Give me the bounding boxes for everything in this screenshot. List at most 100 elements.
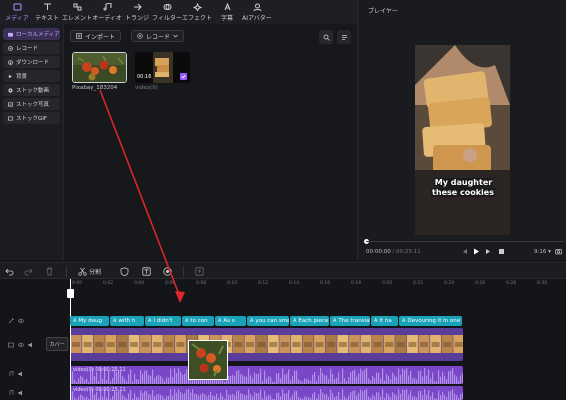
video-track-icon[interactable] [8, 342, 14, 348]
text-clip-icon: A [374, 318, 378, 324]
caption-clip-text: I didn't [153, 318, 173, 324]
text-box-icon[interactable] [142, 267, 151, 276]
tab-text[interactable]: テキスト [32, 0, 62, 24]
folder-icon [8, 32, 13, 37]
caption-clip-text: to con [190, 318, 208, 324]
search-button[interactable] [319, 30, 333, 44]
list-view-button[interactable] [337, 30, 351, 44]
text-clip-icon: A [333, 318, 337, 324]
tab-label: フィルター [152, 15, 182, 22]
shield-icon[interactable] [120, 267, 129, 276]
music-track-icon[interactable] [8, 371, 14, 377]
caption-track-lock-icon[interactable] [8, 318, 14, 324]
scissors-icon[interactable] [78, 267, 87, 276]
video-preview[interactable]: My daughter shared these cookies [415, 45, 510, 235]
progress-bar[interactable] [366, 241, 564, 242]
download-icon [8, 59, 13, 65]
sidebar-item-record[interactable]: レコード [3, 42, 60, 54]
ruler-tick-label: 0:22 [413, 281, 424, 286]
music-track-icon[interactable] [8, 390, 14, 396]
caption-clip-text: Devouring it in one [407, 318, 461, 324]
eye-icon[interactable] [18, 318, 24, 324]
search-icon [323, 34, 330, 41]
sidebar-item-download[interactable]: ダウンロード [3, 56, 60, 68]
media-thumbnail[interactable] [72, 52, 127, 83]
audio-clip[interactable]: video(9) 00:00:25.11 [70, 386, 463, 400]
prev-frame-icon[interactable] [461, 248, 468, 255]
stock-gif-icon [8, 116, 13, 120]
record-dropdown[interactable]: レコード [131, 30, 185, 42]
caption-clip[interactable]: AI didn't [145, 316, 181, 326]
text-clip-icon: A [293, 318, 297, 324]
record-voice-icon[interactable] [163, 267, 172, 276]
text-clip-icon: A [113, 318, 117, 324]
audio-clip[interactable]: video(9) 00:00:25.11 [70, 366, 463, 384]
import-button[interactable]: インポート [70, 30, 122, 42]
caption-clip[interactable]: Ato con [182, 316, 214, 326]
ruler-tick-label: 0:06 [165, 281, 176, 286]
tab-effect[interactable]: エフェクト [182, 0, 212, 24]
caption-clip[interactable]: A My daug [70, 316, 109, 326]
ruler-tick-label: 0:16 [320, 281, 331, 286]
play-icon[interactable] [473, 248, 480, 255]
tab-element[interactable]: エレメント [62, 0, 92, 24]
delete-icon[interactable] [45, 267, 54, 276]
sidebar-item-stock-photo[interactable]: ストック写真 [3, 98, 60, 110]
video-clip[interactable] [70, 328, 463, 361]
aspect-ratio-dropdown[interactable]: 9:16 ▾ [534, 249, 551, 255]
media-item-name: video(9) [135, 85, 158, 91]
undo-icon[interactable] [5, 267, 14, 276]
media-thumbnail[interactable]: 00:16 [135, 52, 190, 83]
caption-clip[interactable]: Ayou can sme [247, 316, 289, 326]
snapshot-icon[interactable] [555, 248, 562, 255]
text-icon [42, 2, 52, 11]
caption-clip[interactable]: AThe translate [330, 316, 370, 326]
sidebar-item-stock-video[interactable]: ストック動画 [3, 84, 60, 96]
sidebar-item-label: ダウンロード [16, 60, 50, 66]
tab-subtitle[interactable]: 字幕 [212, 0, 242, 24]
caption-clip-text: The translate [338, 318, 370, 324]
tomato-plant-image [73, 53, 126, 82]
tab-filter[interactable]: フィルター [152, 0, 182, 24]
sidebar-item-background[interactable]: 背景 [3, 70, 60, 82]
eye-icon[interactable] [18, 342, 24, 348]
timeline-toolbar: 分割 [0, 262, 566, 279]
speaker-icon[interactable] [28, 342, 34, 348]
stock-video-icon [8, 87, 13, 93]
element-icon [72, 2, 82, 11]
playhead-handle[interactable] [67, 289, 74, 298]
redo-icon[interactable] [24, 267, 33, 276]
next-frame-icon[interactable] [485, 248, 492, 255]
cookies-preview-image [415, 45, 510, 235]
tab-label: エレメント [62, 15, 93, 22]
caption-clip[interactable]: A Devouring it in one [399, 316, 462, 326]
tab-ai-avatar[interactable]: AIアバター [242, 0, 272, 24]
caption-clip[interactable]: Awith h [110, 316, 144, 326]
tab-media[interactable]: メディア [2, 0, 32, 24]
playhead[interactable] [67, 279, 74, 400]
media-library: インポート レコード Pixabay_183204 00:16 video(9) [64, 24, 357, 260]
time-ruler[interactable]: 0:00 0:02 0:04 0:06 0:08 0:10 0:12 0:14 0:16 0:18… [70, 279, 566, 291]
selected-check[interactable] [180, 73, 187, 80]
caption-text: these cookies [431, 188, 495, 197]
tab-transition[interactable]: トランジ [122, 0, 152, 24]
audio-clip-label: video(9) 00:00:25.11 [73, 387, 126, 393]
caption-clip[interactable]: A Each piece [290, 316, 329, 326]
check-icon [181, 75, 186, 79]
ruler-tick-label: 0:18 [351, 281, 362, 286]
stop-icon[interactable] [498, 248, 505, 255]
background-icon [8, 74, 13, 78]
cover-button[interactable]: カバー [46, 337, 68, 351]
export-frame-icon[interactable] [195, 267, 204, 276]
speaker-icon[interactable] [18, 390, 24, 396]
speaker-icon[interactable] [18, 371, 24, 377]
caption-clip[interactable]: A It ha [371, 316, 398, 326]
caption-clip[interactable]: A As s [215, 316, 246, 326]
dragged-media-thumbnail[interactable] [188, 340, 228, 380]
sidebar-item-label: ストックGIF [16, 116, 48, 122]
sidebar-item-local-media[interactable]: ローカルメディア [3, 28, 60, 40]
sidebar-item-stock-gif[interactable]: ストックGIF [3, 112, 60, 124]
split-label[interactable]: 分割 [89, 267, 101, 276]
tab-audio[interactable]: オーディオ [92, 0, 122, 24]
caption-line-2: these cookies [417, 188, 509, 197]
